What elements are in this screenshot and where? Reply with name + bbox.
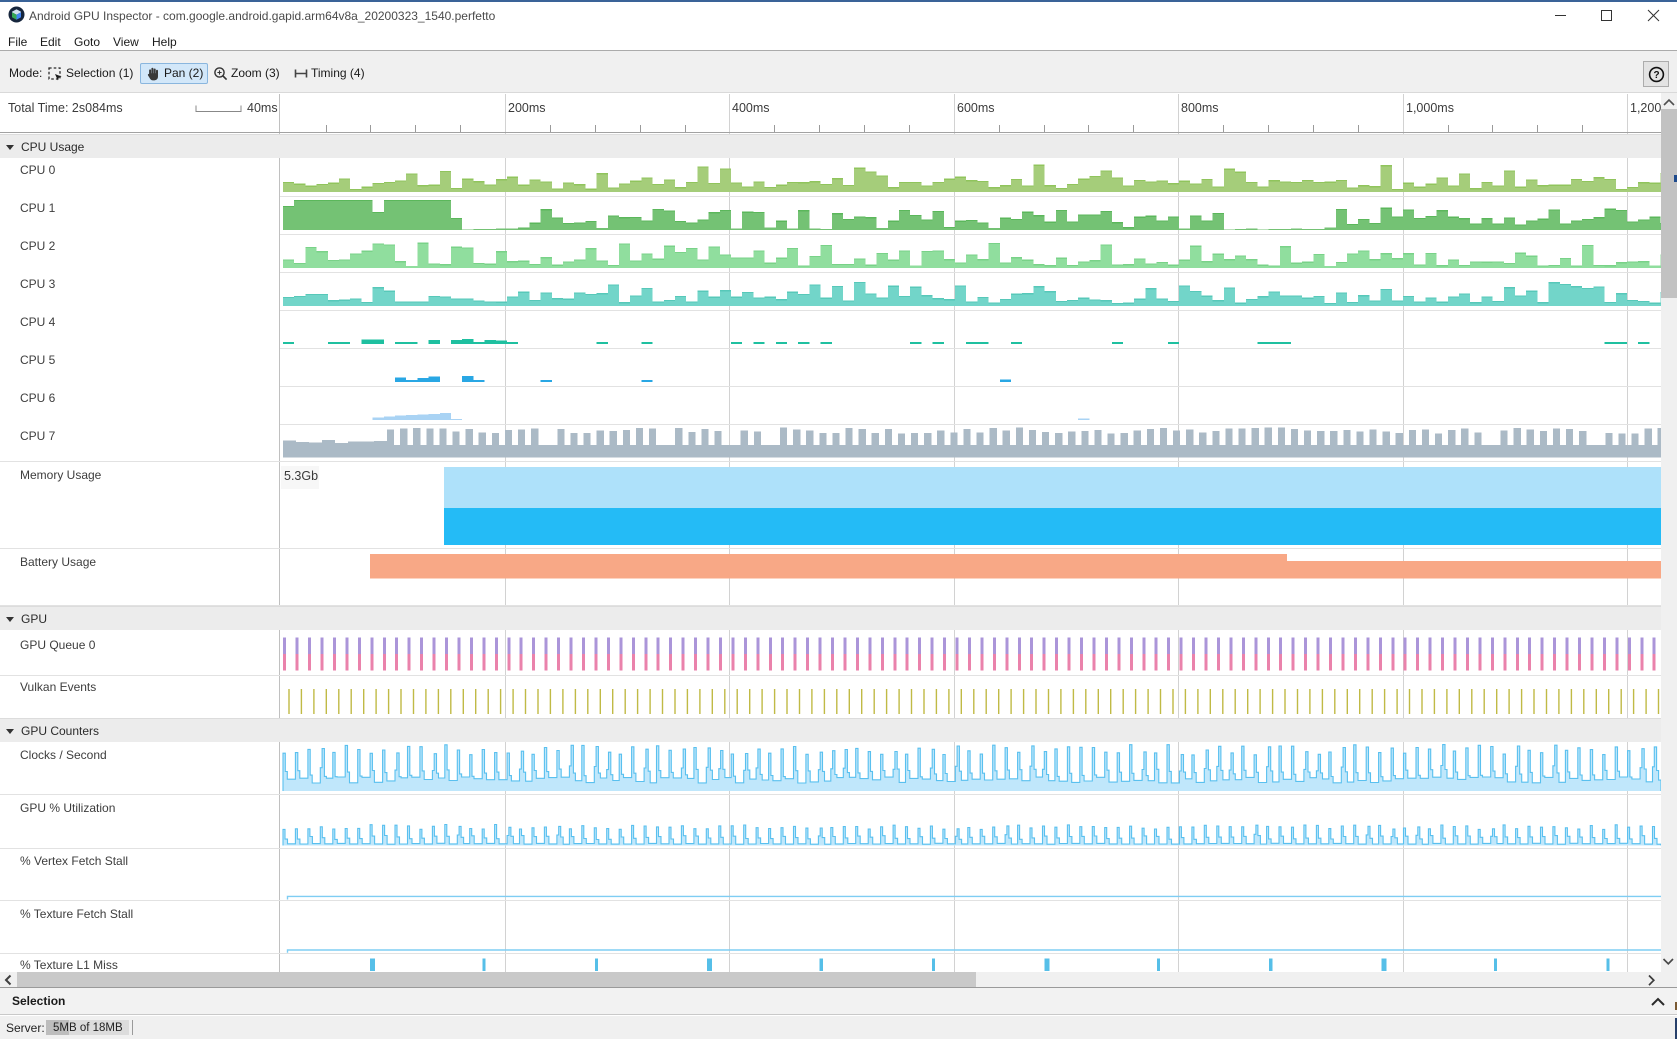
svg-text:?: ?	[1653, 70, 1659, 81]
